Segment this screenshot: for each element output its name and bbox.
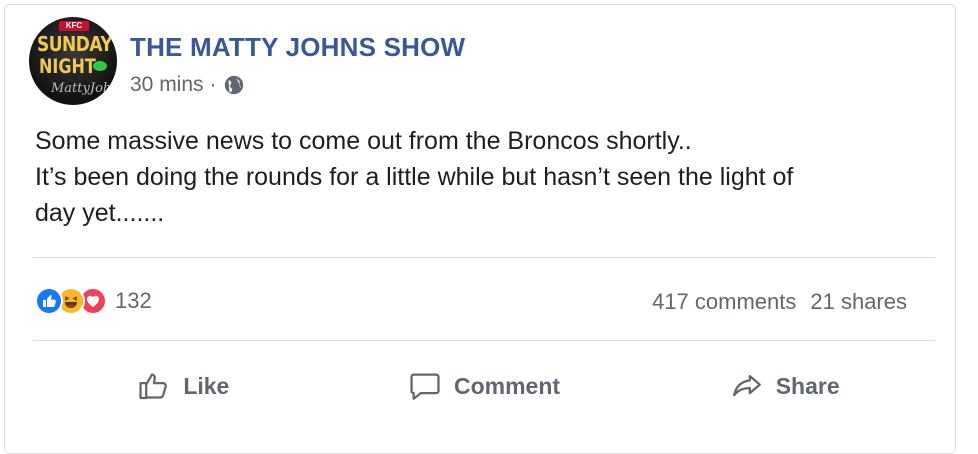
share-label: Share xyxy=(775,372,840,399)
post-text: Some massive news to come out from the B… xyxy=(35,123,935,231)
like-reaction-icon xyxy=(35,287,63,315)
avatar-brand: KFC xyxy=(59,21,89,31)
avatar-signature: MattyJohns xyxy=(51,81,117,96)
share-button[interactable]: Share xyxy=(634,363,935,409)
reactions-summary[interactable]: 132 xyxy=(35,287,152,315)
post-card: KFC SUNDAY NIGHT MattyJohns THE MATTY JO… xyxy=(4,4,956,454)
comment-label: Comment xyxy=(453,372,561,399)
divider xyxy=(33,257,935,258)
post-meta: 30 mins · xyxy=(130,73,245,97)
reaction-count[interactable]: 132 xyxy=(115,288,152,314)
comments-count[interactable]: 417 comments xyxy=(652,289,796,315)
avatar-line1: SUNDAY xyxy=(37,33,113,57)
post-text-line: day yet....... xyxy=(35,199,165,227)
thumbs-up-icon xyxy=(139,373,168,400)
page-avatar[interactable]: KFC SUNDAY NIGHT MattyJohns xyxy=(29,17,117,105)
post-timestamp[interactable]: 30 mins xyxy=(130,73,204,97)
post-text-line: Some massive news to come out from the B… xyxy=(35,127,692,155)
comment-button[interactable]: Comment xyxy=(334,363,635,409)
engagement-stats: 417 comments 21 shares xyxy=(652,289,907,315)
shares-count[interactable]: 21 shares xyxy=(810,289,907,315)
page-name-link[interactable]: THE MATTY JOHNS SHOW xyxy=(130,32,465,63)
globe-icon[interactable] xyxy=(223,74,245,96)
post-text-line: It’s been doing the rounds for a little … xyxy=(35,163,794,191)
avatar-dot xyxy=(93,61,107,71)
comment-icon xyxy=(410,373,440,400)
like-label: Like xyxy=(183,372,230,399)
like-button[interactable]: Like xyxy=(33,363,334,409)
avatar-line2: NIGHT xyxy=(39,55,96,78)
meta-separator: · xyxy=(209,73,217,96)
share-arrow-icon xyxy=(732,374,761,397)
divider xyxy=(33,340,935,341)
action-bar: Like Comment Share xyxy=(33,363,935,409)
